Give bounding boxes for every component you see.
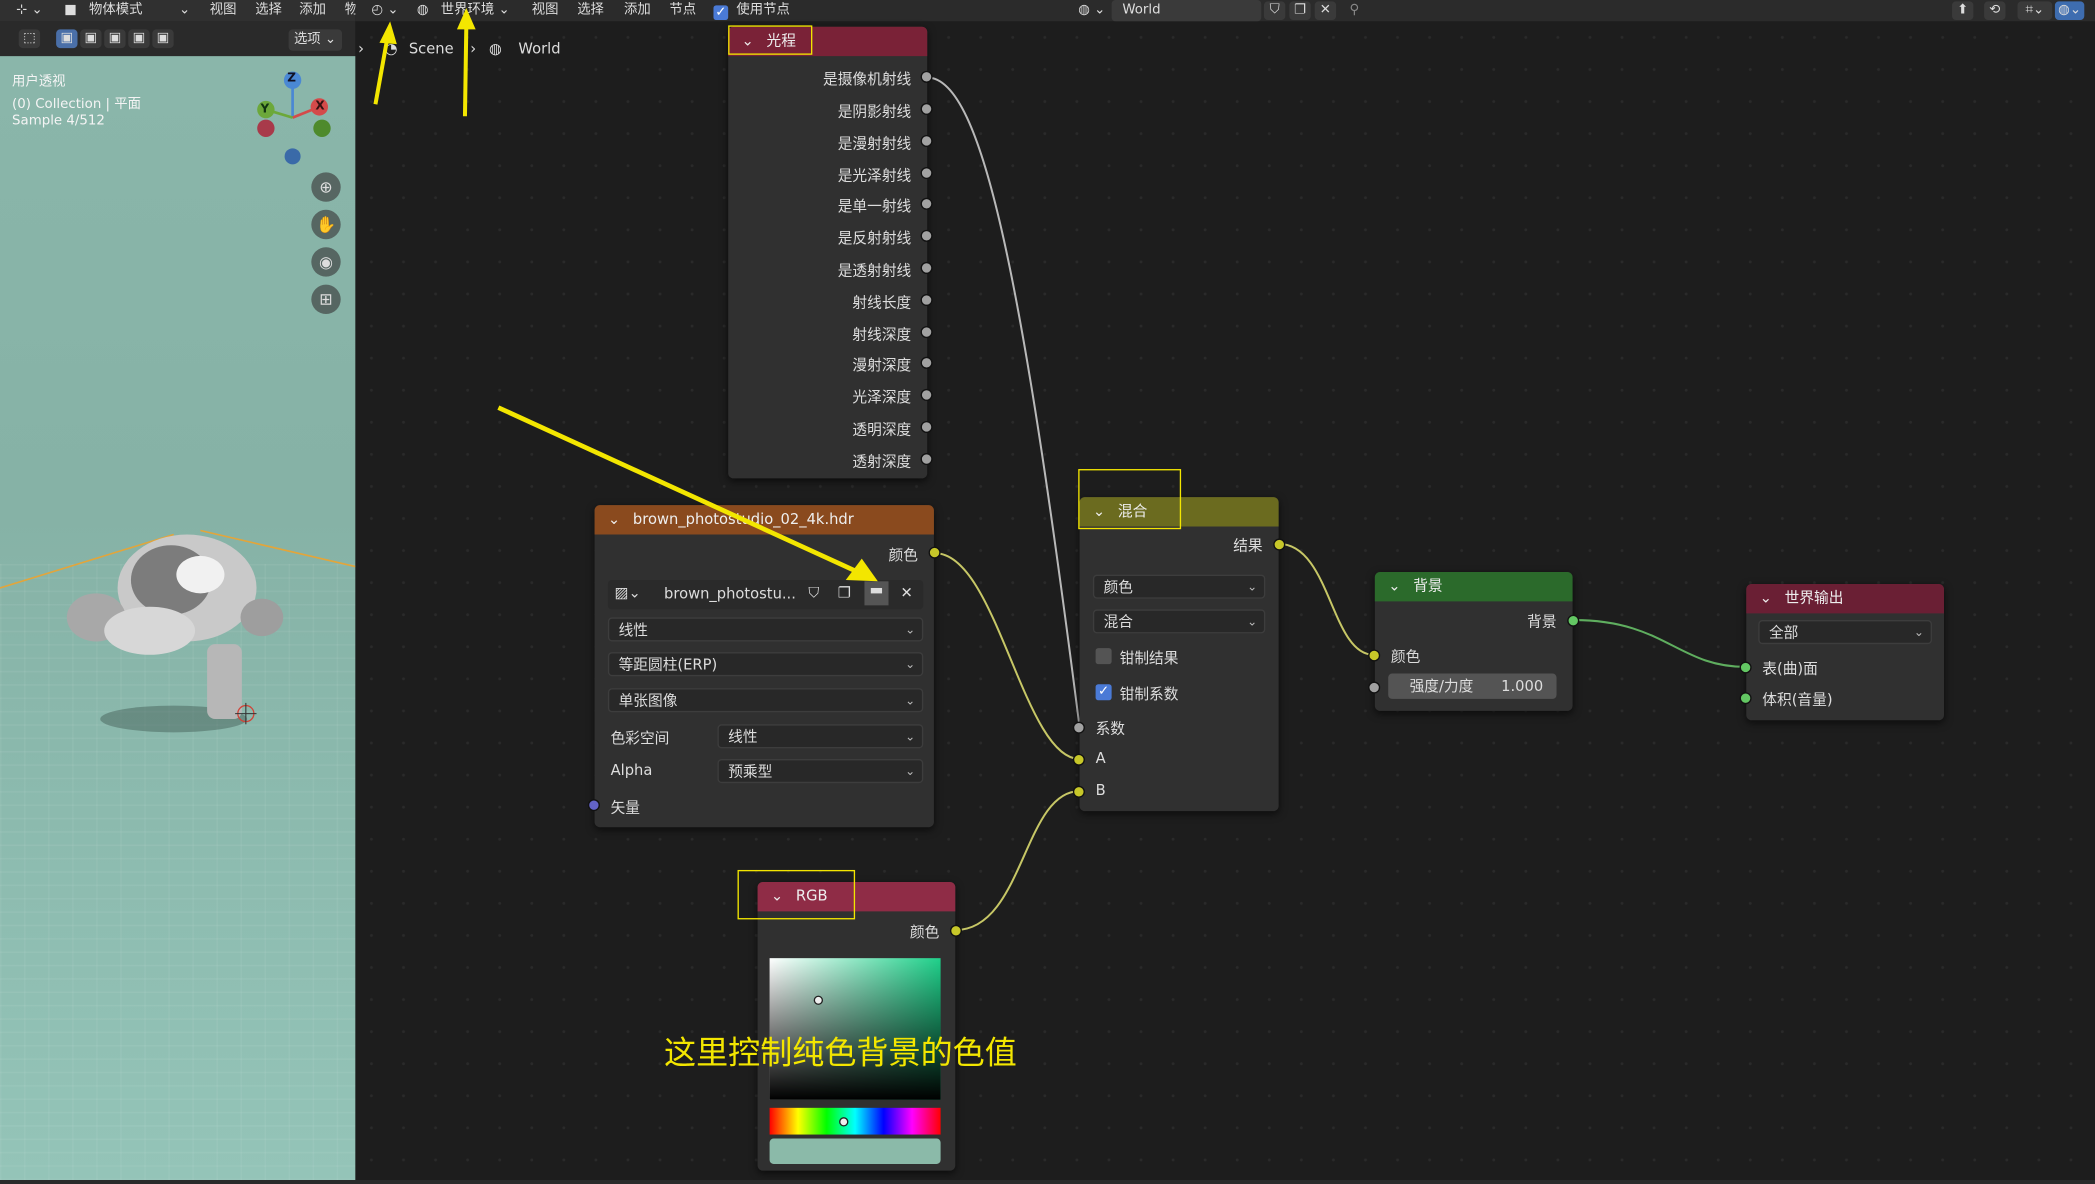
node-editor-canvas[interactable]: › ◔ Scene › ◍ World ⌄ 光程 是摄像机射线 是阴影射线 是漫… <box>355 8 2095 1184</box>
bottom-edge <box>0 1179 2095 1184</box>
annotation-arrows <box>373 8 878 582</box>
annotation-text: 这里控制纯色背景的色值 <box>664 1034 1017 1072</box>
